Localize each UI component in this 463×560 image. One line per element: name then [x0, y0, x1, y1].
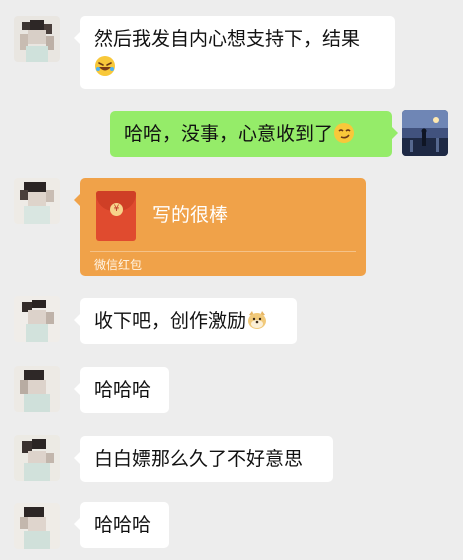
message-text: 收下吧，创作激励 — [94, 310, 247, 332]
message-bubble[interactable]: 然后我发自内心想支持下，结果 — [74, 16, 395, 89]
red-packet-message[interactable]: ¥ 写的很棒 微信红包 — [74, 178, 366, 276]
contact-avatar[interactable] — [14, 16, 60, 62]
doge-emoji-icon — [246, 309, 268, 331]
red-packet-title: 写的很棒 — [152, 204, 229, 226]
red-packet-icon: ¥ — [96, 191, 136, 241]
message-bubble[interactable]: 哈哈，没事，心意收到了 — [110, 111, 398, 157]
message-bubble[interactable]: 收下吧，创作激励 — [74, 298, 297, 344]
smirk-emoji-icon — [333, 122, 355, 144]
contact-avatar[interactable] — [14, 366, 60, 412]
contact-avatar[interactable] — [14, 178, 60, 224]
message-text: 然后我发自内心想支持下，结果 — [94, 28, 361, 50]
contact-avatar[interactable] — [14, 296, 60, 342]
message-bubble[interactable]: 白白嫖那么久了不好意思 — [74, 436, 333, 482]
message-bubble[interactable]: 哈哈哈 — [74, 367, 169, 413]
message-text: 哈哈，没事，心意收到了 — [124, 123, 334, 145]
red-packet-label: 微信红包 — [94, 258, 143, 272]
message-text: 白白嫖那么久了不好意思 — [94, 448, 304, 470]
red-packet-divider — [90, 251, 356, 252]
message-text: 哈哈哈 — [94, 514, 152, 536]
contact-avatar[interactable] — [14, 503, 60, 549]
contact-avatar[interactable] — [14, 435, 60, 481]
message-bubble[interactable]: 哈哈哈 — [74, 502, 169, 548]
chat-area: 然后我发自内心想支持下，结果 哈哈，没事，心意收到了 ¥ 写的很棒 微信红包 收… — [0, 0, 463, 560]
rofl-emoji-icon — [94, 55, 116, 77]
message-text: 哈哈哈 — [94, 379, 152, 401]
my-avatar[interactable] — [402, 110, 448, 156]
red-packet-coin: ¥ — [110, 203, 123, 216]
